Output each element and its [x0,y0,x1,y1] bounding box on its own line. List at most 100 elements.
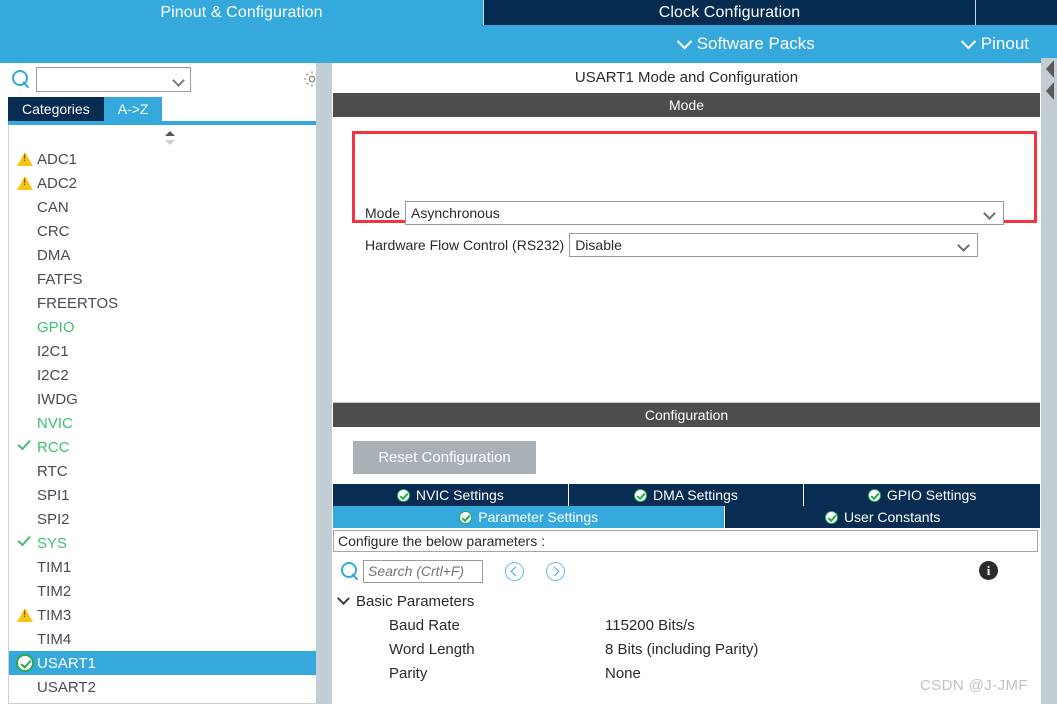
tab-nvic-settings[interactable]: NVIC Settings [333,484,569,506]
parameter-value[interactable]: 115200 Bits/s [605,617,1040,634]
parameter-row[interactable]: Word Length 8 Bits (including Parity) [333,637,1040,661]
parameter-value[interactable]: None [605,665,1040,682]
peripheral-status-icon [15,246,37,264]
chevron-down-icon [676,33,692,49]
parameter-row[interactable]: Baud Rate 115200 Bits/s [333,613,1040,637]
reset-configuration-button[interactable]: Reset Configuration [353,441,536,474]
sidebar-tab-az[interactable]: A->Z [103,97,163,121]
sidebar-item-adc1[interactable]: ADC1 [9,147,323,171]
peripheral-label: NVIC [37,414,73,432]
parameter-value[interactable]: 8 Bits (including Parity) [605,641,1040,658]
sidebar-view-tabs: Categories A->Z [8,97,332,121]
parameter-name: Baud Rate [389,616,460,634]
sidebar-item-sys[interactable]: SYS [9,531,323,555]
peripheral-label: FREERTOS [37,294,119,312]
tab-gpio-settings[interactable]: GPIO Settings [804,484,1040,506]
parameter-name: Word Length [389,640,475,658]
chevron-down-icon[interactable] [983,207,996,220]
tab-parameter-settings[interactable]: Parameter Settings [333,506,726,528]
peripheral-label: FATFS [37,270,83,288]
sidebar-item-tim2[interactable]: TIM2 [9,579,323,603]
sidebar-scrollbar[interactable] [316,63,332,704]
sidebar-item-nvic[interactable]: NVIC [9,411,323,435]
pinout-menu-label: Pinout [980,34,1029,53]
peripheral-status-icon [15,150,37,168]
parameter-row[interactable]: Parity None [333,661,1040,685]
peripheral-status-icon [15,390,37,408]
sidebar-item-tim4[interactable]: TIM4 [9,627,323,651]
list-scroll-spinner[interactable] [161,130,179,146]
tab-label: DMA Settings [653,487,738,503]
tab-project-manager[interactable] [976,0,1056,25]
sidebar-search-row [0,63,332,95]
pane-scrollbar[interactable] [1041,63,1057,704]
tab-pinout-configuration-label: Pinout & Configuration [160,3,323,21]
sidebar-tab-categories[interactable]: Categories [8,97,104,121]
tab-user-constants[interactable]: User Constants [725,506,1040,528]
sidebar-item-freertos[interactable]: FREERTOS [9,291,323,315]
configure-parameters-text: Configure the below parameters : [338,533,545,549]
sidebar-item-spi1[interactable]: SPI1 [9,483,323,507]
tab-dma-settings[interactable]: DMA Settings [568,484,805,506]
sidebar-item-usart1[interactable]: USART1 [9,651,323,675]
navigate-forward-icon[interactable] [546,561,565,581]
sidebar-item-iwdg[interactable]: IWDG [9,387,323,411]
sidebar-item-fatfs[interactable]: FATFS [9,267,323,291]
mode-field-label: Mode [365,205,401,221]
sidebar-item-can[interactable]: CAN [9,195,323,219]
sidebar-item-dma[interactable]: DMA [9,243,323,267]
sidebar-item-tim3[interactable]: TIM3 [9,603,323,627]
navigate-back-icon[interactable] [505,561,524,581]
parameter-group-header[interactable]: Basic Parameters [333,589,1040,613]
pinout-menu[interactable]: Pinout [960,33,1029,54]
hardware-flow-control-label: Hardware Flow Control (RS232) [365,237,565,253]
hardware-flow-control-dropdown[interactable]: Disable [569,233,979,257]
peripheral-label: SPI2 [37,510,70,528]
mode-dropdown[interactable]: Asynchronous [405,201,1005,225]
mode-section-label: Mode [668,97,705,113]
peripheral-status-icon [15,486,37,504]
configuration-section-label: Configuration [644,407,729,423]
collapse-panel-arrow[interactable] [1041,58,1057,104]
pane-title: USART1 Mode and Configuration [333,63,1040,93]
peripheral-list: ADC1 ADC2 CAN CRC DMA FATFS FREERTOS GPIO I2C1 I2… [8,125,324,704]
parameter-search-input[interactable] [363,559,483,583]
hardware-flow-control-row: Hardware Flow Control (RS232) Disable [365,233,979,257]
chevron-down-icon[interactable] [172,73,185,87]
peripheral-search-input[interactable] [37,67,165,91]
sidebar-item-spi2[interactable]: SPI2 [9,507,323,531]
sidebar-item-adc2[interactable]: ADC2 [9,171,323,195]
peripheral-status-icon [15,342,37,360]
parameter-toolbar: i [333,557,1040,585]
pane-title-label: USART1 Mode and Configuration [574,69,799,86]
peripheral-label: ADC2 [37,174,78,192]
configure-parameters-banner: Configure the below parameters : [333,530,1038,552]
tab-label: Parameter Settings [478,509,599,525]
check-icon [17,436,31,451]
sidebar-item-i2c2[interactable]: I2C2 [9,363,323,387]
sidebar-item-tim1[interactable]: TIM1 [9,555,323,579]
cubemx-window: Pinout & Configuration Clock Configurati… [0,0,1057,704]
sidebar-item-usart2[interactable]: USART2 [9,675,323,699]
tab-clock-configuration[interactable]: Clock Configuration [484,0,976,25]
chevron-down-icon[interactable] [957,239,971,252]
sidebar-item-crc[interactable]: CRC [9,219,323,243]
mode-section-body: Mode Asynchronous Hardware Flow Control … [333,117,1040,403]
sidebar-item-rcc[interactable]: RCC [9,435,323,459]
sidebar-item-i2c1[interactable]: I2C1 [9,339,323,363]
peripheral-label: I2C2 [37,366,69,384]
sidebar-item-gpio[interactable]: GPIO [9,315,323,339]
peripheral-status-icon [15,222,37,240]
software-packs-menu[interactable]: Software Packs [676,33,815,54]
peripheral-status-icon [15,318,37,336]
check-badge-icon [396,488,410,502]
tab-pinout-configuration[interactable]: Pinout & Configuration [0,0,484,25]
warning-icon [17,176,33,190]
check-circle-icon [16,654,34,672]
peripheral-status-icon [15,532,37,552]
tab-label: NVIC Settings [415,487,504,503]
sidebar-item-rtc[interactable]: RTC [9,459,323,483]
info-icon[interactable]: i [979,561,998,580]
peripheral-search-combo[interactable] [36,66,191,92]
check-badge-icon [459,510,473,524]
